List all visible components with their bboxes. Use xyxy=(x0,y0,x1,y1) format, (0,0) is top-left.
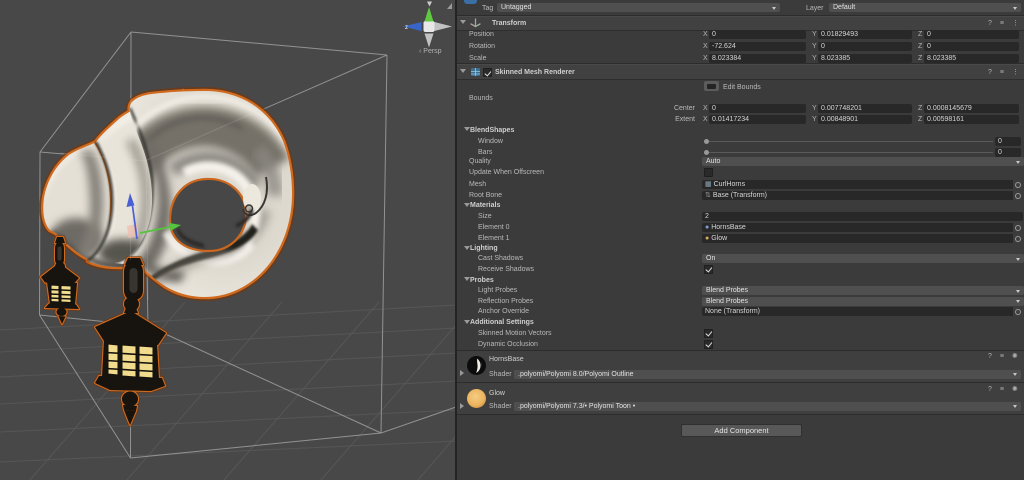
svg-text:z: z xyxy=(405,25,408,31)
svg-text:‹ Persp: ‹ Persp xyxy=(419,48,442,55)
